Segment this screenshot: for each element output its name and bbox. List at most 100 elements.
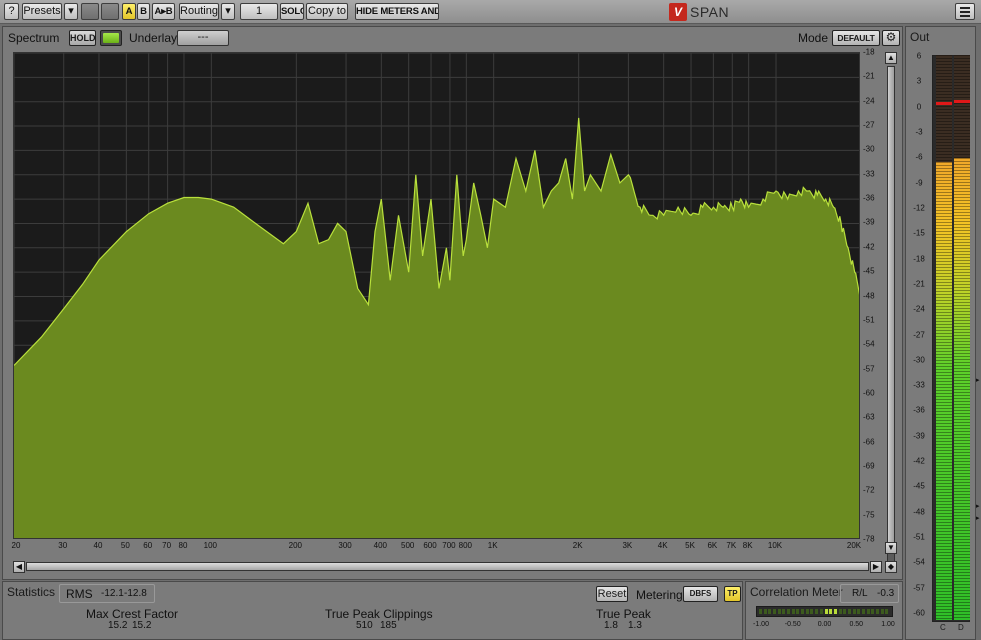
db-tick-label: -54 bbox=[863, 339, 875, 349]
correlation-segment bbox=[773, 609, 777, 614]
copy-a-to-b-button[interactable]: A▸B bbox=[152, 3, 175, 20]
frequency-tick-label: 4K bbox=[657, 541, 668, 550]
frequency-tick-label: 500 bbox=[400, 541, 415, 550]
metering-label: Metering bbox=[636, 588, 683, 602]
hold-button[interactable]: HOLD bbox=[69, 30, 96, 46]
correlation-segment bbox=[815, 609, 819, 614]
correlation-segment bbox=[791, 609, 795, 614]
correlation-tick-label: -0.50 bbox=[784, 621, 801, 628]
correlation-segment bbox=[885, 609, 889, 614]
state-b-button[interactable]: B bbox=[137, 3, 150, 20]
spectrum-area bbox=[14, 117, 859, 538]
routing-dropdown-button[interactable]: ▾ bbox=[221, 3, 235, 20]
redo-button[interactable] bbox=[101, 3, 119, 20]
underlay-select[interactable]: --- bbox=[177, 30, 229, 46]
spectrum-chart bbox=[14, 53, 859, 538]
meter-fill-d bbox=[954, 157, 970, 620]
true-peak-right-value: 1.3 bbox=[628, 620, 642, 631]
mode-button[interactable]: DEFAULT bbox=[832, 30, 880, 46]
correlation-segment bbox=[843, 609, 847, 614]
settings-gear-icon[interactable]: ⚙ bbox=[882, 30, 900, 46]
clippings-left-value: 510 bbox=[356, 620, 373, 631]
true-peak-toggle[interactable]: TP bbox=[724, 586, 741, 602]
correlation-segment bbox=[861, 609, 865, 614]
crest-factor-label: Max Crest Factor bbox=[86, 607, 179, 621]
frequency-tick-label: 8K bbox=[742, 541, 753, 550]
meter-tick-label: -18 bbox=[913, 254, 925, 264]
undo-button[interactable] bbox=[81, 3, 99, 20]
db-tick-label: -45 bbox=[863, 266, 875, 276]
scroll-right-icon[interactable]: ▶ bbox=[870, 561, 882, 573]
routing-value-field[interactable]: 1 bbox=[240, 3, 278, 20]
solo-button[interactable]: SOLO bbox=[280, 3, 304, 20]
meter-tick-label: -30 bbox=[913, 355, 925, 365]
db-tick-label: -48 bbox=[863, 291, 875, 300]
copy-to-button[interactable]: Copy to bbox=[306, 3, 348, 20]
frequency-tick-label: 20K bbox=[846, 541, 862, 550]
correlation-segment bbox=[787, 609, 791, 614]
db-tick-label: -66 bbox=[863, 437, 875, 447]
correlation-segment bbox=[833, 609, 837, 614]
db-tick-label: -60 bbox=[863, 388, 875, 398]
zoom-reset-icon[interactable]: ◆ bbox=[885, 561, 897, 573]
meter-tick-label: 6 bbox=[916, 51, 922, 61]
meter-tick-label: 3 bbox=[916, 76, 922, 86]
db-tick-label: -18 bbox=[863, 47, 875, 57]
correlation-segment bbox=[777, 609, 781, 614]
db-tick-label: -30 bbox=[863, 144, 875, 154]
frequency-tick-label: 6K bbox=[707, 541, 718, 550]
out-meter-title: Out bbox=[910, 30, 930, 44]
menu-icon[interactable] bbox=[955, 3, 975, 20]
side-arrow-icon: ▸ bbox=[976, 515, 980, 522]
hide-meters-button[interactable]: HIDE METERS AND STATS bbox=[355, 3, 439, 20]
side-arrow-icon: ▸ bbox=[976, 377, 980, 384]
db-tick-label: -51 bbox=[863, 315, 875, 325]
correlation-tick-label: 1.00 bbox=[881, 621, 895, 628]
meter-tick-label: -24 bbox=[913, 304, 925, 314]
correlation-segment bbox=[759, 609, 762, 614]
correlation-segment bbox=[796, 609, 800, 614]
vertical-scroll-thumb[interactable] bbox=[887, 66, 895, 554]
peak-hold-d bbox=[954, 99, 970, 103]
db-tick-label: -69 bbox=[863, 461, 875, 471]
meter-tick-label: -6 bbox=[915, 152, 923, 162]
help-button[interactable]: ? bbox=[4, 3, 19, 20]
rl-value: -0.3 bbox=[877, 588, 895, 599]
correlation-panel: Correlation Meter R/L -0.3 -1.00 -0.50 0.0… bbox=[745, 581, 903, 640]
vertical-scrollbar[interactable]: ▲ ▼ bbox=[884, 52, 898, 580]
frequency-tick-label: 300 bbox=[338, 541, 352, 550]
scroll-up-icon[interactable]: ▲ bbox=[885, 52, 897, 64]
scroll-down-icon[interactable]: ▼ bbox=[885, 542, 897, 554]
correlation-segment bbox=[805, 609, 809, 614]
presets-button[interactable]: Presets bbox=[22, 3, 62, 20]
state-a-button[interactable]: A bbox=[122, 3, 136, 20]
horizontal-scrollbar[interactable]: ◀ ▶ ◆ bbox=[13, 560, 899, 574]
output-meter-panel: Out 6 3 0 -3 -6 -9 -12 -15 -18 -21 -24 -27 -30 -33 -36… bbox=[905, 26, 976, 640]
db-tick-label: -72 bbox=[863, 485, 875, 495]
reset-button[interactable]: Reset bbox=[596, 586, 628, 602]
meter-tick-label: -39 bbox=[913, 431, 925, 441]
spectrum-plot[interactable] bbox=[13, 52, 860, 539]
db-axis: -18 -21 -24 -27 -30 -33 -36 -39 -42 -45 -48 -51 -54 -… bbox=[861, 48, 881, 544]
horizontal-scroll-thumb[interactable] bbox=[26, 562, 869, 571]
routing-button[interactable]: Routing bbox=[179, 3, 219, 20]
meter-tick-label: -54 bbox=[913, 557, 925, 567]
frequency-tick-label: 10K bbox=[767, 541, 783, 550]
meter-tick-label: -36 bbox=[913, 405, 925, 415]
rl-label: R/L bbox=[852, 588, 868, 599]
metering-mode-button[interactable]: DBFS bbox=[683, 586, 718, 602]
correlation-tick-label: -1.00 bbox=[753, 621, 769, 628]
presets-dropdown-button[interactable]: ▾ bbox=[64, 3, 78, 20]
spectrum-panel: Spectrum HOLD Underlay --- Mode DEFAULT … bbox=[2, 26, 903, 580]
channel-label-c: C bbox=[940, 623, 946, 632]
statistics-title: Statistics bbox=[7, 585, 56, 599]
correlation-title: Correlation Meter bbox=[750, 585, 843, 599]
scroll-left-icon[interactable]: ◀ bbox=[13, 561, 25, 573]
clippings-label: True Peak Clippings bbox=[325, 607, 433, 621]
correlation-segment bbox=[875, 609, 879, 614]
frequency-tick-label: 100 bbox=[203, 541, 218, 550]
correlation-segment bbox=[852, 609, 856, 614]
db-tick-label: -57 bbox=[863, 364, 875, 374]
hold-toggle[interactable] bbox=[100, 30, 122, 46]
frequency-tick-label: 400 bbox=[373, 541, 387, 550]
